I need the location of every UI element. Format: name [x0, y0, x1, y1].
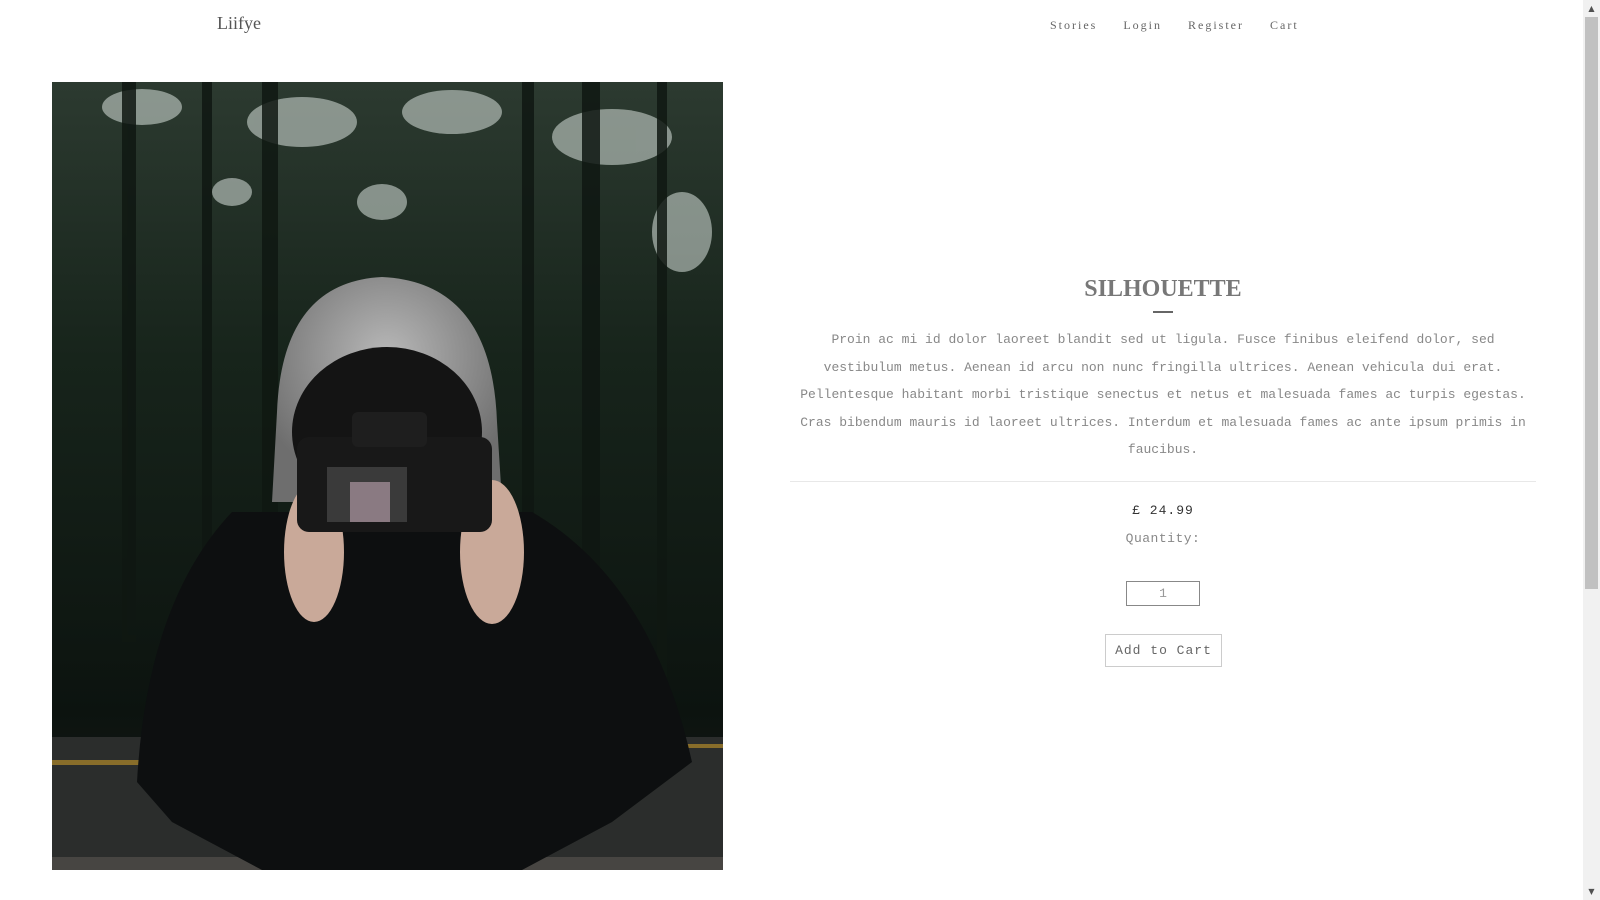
scroll-up-arrow-icon[interactable]: ▲ [1583, 0, 1600, 17]
product-description: Proin ac mi id dolor laoreet blandit sed… [800, 332, 1526, 457]
product-price: £ 24.99 [1132, 503, 1194, 518]
quantity-label: Quantity: [1125, 531, 1201, 546]
section-divider [790, 481, 1536, 482]
title-underline [1153, 311, 1173, 313]
product-title: SILHOUETTE [1084, 276, 1242, 302]
site-logo[interactable]: Liifye [217, 13, 261, 34]
page-scrollbar[interactable]: ▲ ▼ [1583, 0, 1600, 900]
add-to-cart-button[interactable]: Add to Cart [1105, 634, 1222, 667]
product-details: SILHOUETTE Proin ac mi id dolor laoreet … [790, 0, 1536, 900]
quantity-input[interactable] [1126, 581, 1200, 606]
scroll-thumb[interactable] [1585, 17, 1598, 589]
scroll-down-arrow-icon[interactable]: ▼ [1583, 883, 1600, 900]
product-image [52, 82, 723, 870]
